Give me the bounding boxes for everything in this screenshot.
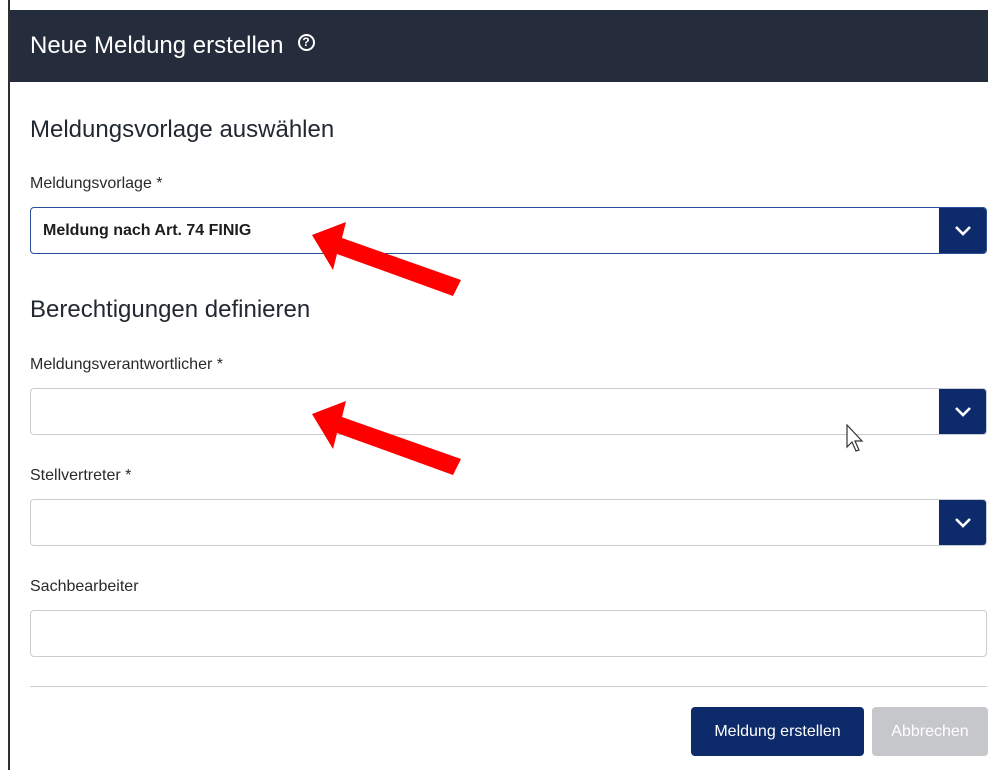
section-title-permissions: Berechtigungen definieren — [30, 296, 311, 323]
red-arrow-icon — [312, 401, 461, 475]
create-report-button[interactable]: Meldung erstellen — [691, 707, 864, 756]
screenshot-border-left — [0, 0, 10, 770]
chevron-down-icon — [954, 225, 971, 236]
deputy-label: Stellvertreter * — [30, 467, 132, 484]
section-title-template: Meldungsvorlage auswählen — [30, 116, 335, 143]
responsible-dropdown-button[interactable] — [939, 389, 986, 434]
chevron-down-icon — [954, 517, 971, 528]
red-arrow-icon — [312, 222, 461, 296]
responsible-select[interactable] — [30, 388, 987, 435]
chevron-down-icon — [954, 406, 971, 417]
modal-title: Neue Meldung erstellen — [30, 32, 284, 59]
help-icon[interactable]: ? — [297, 33, 315, 51]
mouse-pointer-icon — [846, 424, 864, 452]
clerk-label: Sachbearbeiter — [30, 578, 139, 595]
screenshot-border-right — [988, 0, 994, 770]
responsible-label: Meldungsverantwortlicher * — [30, 356, 223, 373]
clerk-input[interactable] — [30, 610, 987, 657]
template-dropdown-button[interactable] — [939, 208, 986, 253]
deputy-select[interactable] — [30, 499, 987, 546]
deputy-dropdown-button[interactable] — [939, 500, 986, 545]
footer-divider — [30, 686, 987, 687]
modal-header: Neue Meldung erstellen ? — [10, 10, 988, 82]
cancel-button[interactable]: Abbrechen — [872, 707, 988, 756]
template-select-value: Meldung nach Art. 74 FINIG — [43, 222, 252, 239]
template-select[interactable]: Meldung nach Art. 74 FINIG — [30, 207, 987, 254]
screenshot-border-top — [0, 0, 994, 10]
template-label: Meldungsvorlage * — [30, 175, 163, 192]
